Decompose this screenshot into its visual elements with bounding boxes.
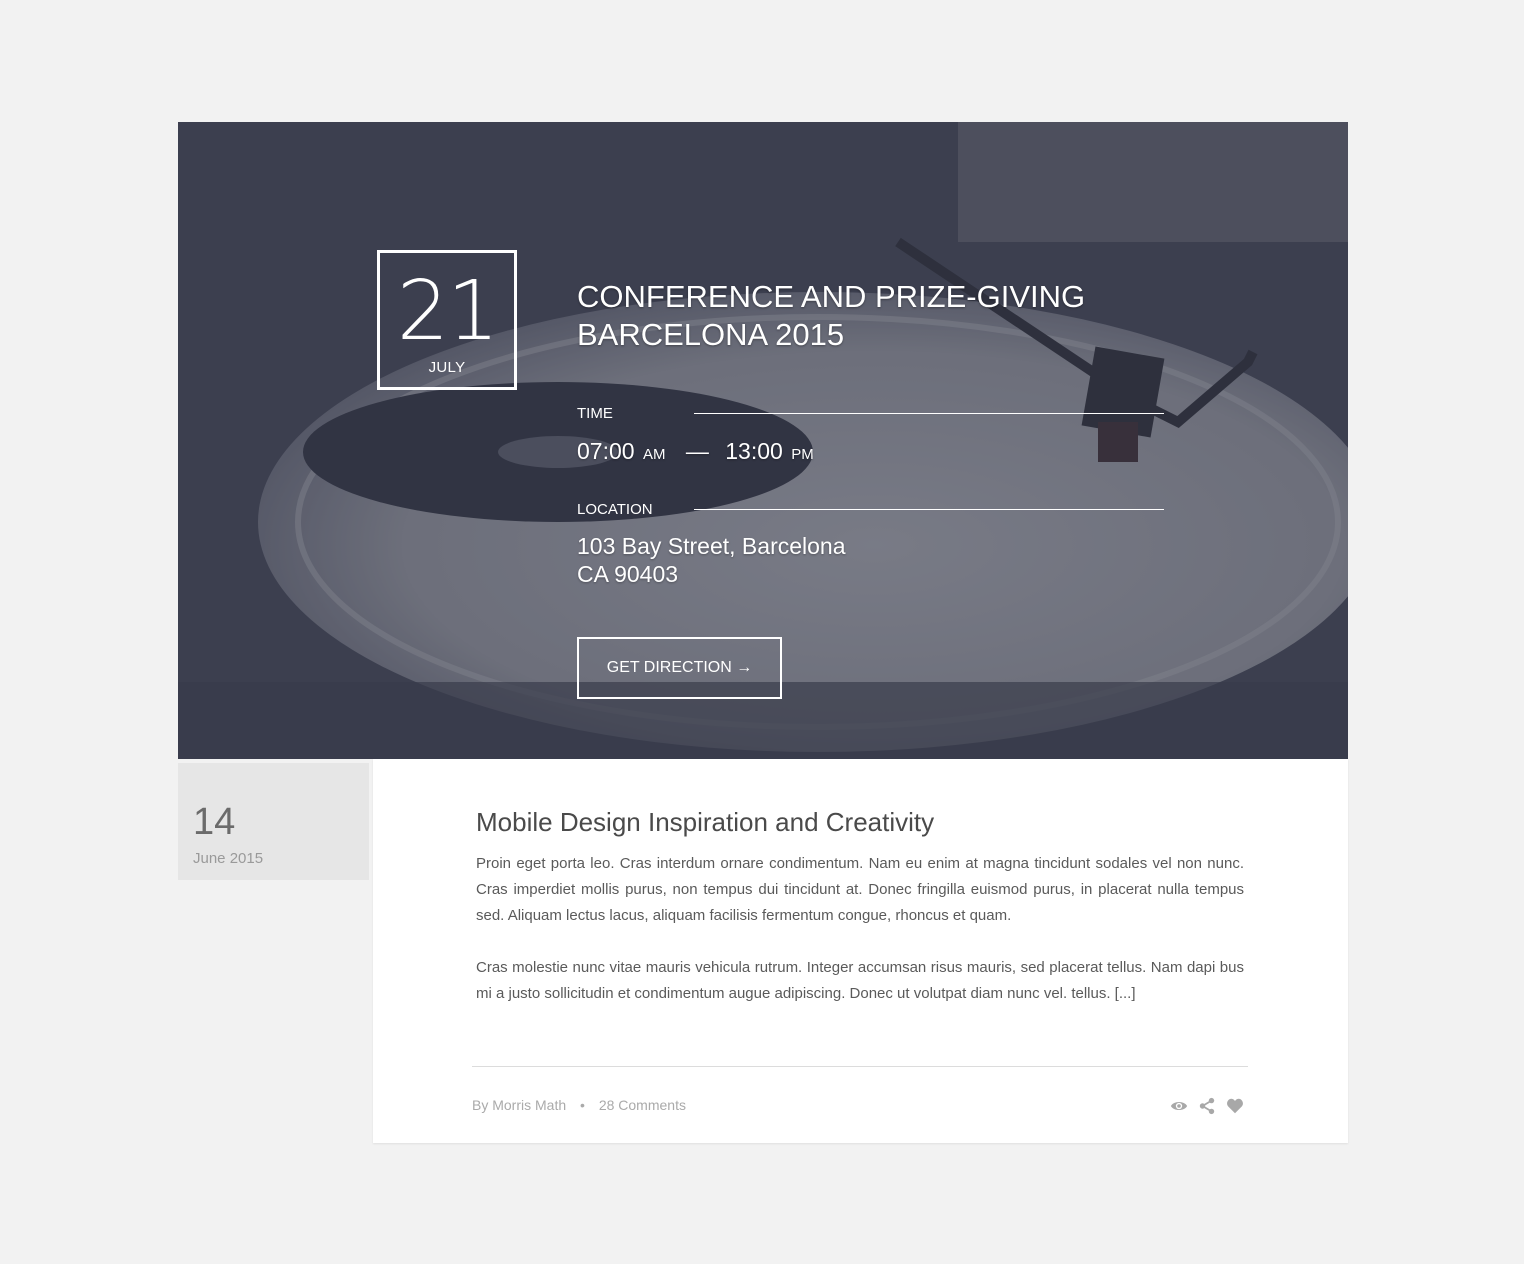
post-title[interactable]: Mobile Design Inspiration and Creativity xyxy=(476,807,934,838)
blog-post-card: Mobile Design Inspiration and Creativity… xyxy=(373,759,1348,1143)
time-separator: — xyxy=(685,438,709,464)
location-label: LOCATION xyxy=(577,501,653,518)
heart-icon[interactable] xyxy=(1226,1097,1244,1115)
event-month: JULY xyxy=(428,359,466,376)
share-icon[interactable] xyxy=(1198,1097,1216,1115)
meta-separator: • xyxy=(580,1097,585,1113)
event-day: 21 xyxy=(396,264,499,359)
location-line-1: 103 Bay Street, Barcelona xyxy=(577,533,846,559)
location-line-2: CA 90403 xyxy=(577,561,679,587)
post-month-year: June 2015 xyxy=(193,850,264,867)
time-label: TIME xyxy=(577,405,613,422)
time-end: 13:00 xyxy=(725,438,783,464)
time-start: 07:00 xyxy=(577,438,635,464)
event-location: 103 Bay Street, Barcelona CA 90403 xyxy=(577,532,846,588)
location-divider xyxy=(694,509,1164,510)
event-title: CONFERENCE AND PRIZE-GIVING BARCELONA 20… xyxy=(577,278,1137,354)
time-end-suffix: PM xyxy=(791,446,814,463)
post-meta: By Morris Math • 28 Comments xyxy=(472,1097,686,1113)
post-comments-link[interactable]: 28 Comments xyxy=(599,1097,686,1113)
post-date-box: 14 June 2015 xyxy=(178,763,369,880)
event-hero: 21 JULY CONFERENCE AND PRIZE-GIVING BARC… xyxy=(178,122,1348,759)
post-divider xyxy=(472,1066,1248,1067)
time-start-suffix: AM xyxy=(642,446,666,463)
post-author-link[interactable]: By Morris Math xyxy=(472,1097,566,1113)
post-action-icons xyxy=(1170,1097,1244,1115)
post-day: 14 xyxy=(193,801,236,843)
post-paragraph-2: Cras molestie nunc vitae mauris vehicula… xyxy=(476,959,1244,1002)
event-time: 07:00 AM — 13:00 PM xyxy=(577,438,814,465)
eye-icon[interactable] xyxy=(1170,1097,1188,1115)
event-title-line-1: CONFERENCE AND PRIZE-GIVING xyxy=(577,279,1086,314)
time-divider xyxy=(694,413,1164,414)
get-direction-button[interactable]: GET DIRECTION → xyxy=(577,637,782,699)
event-date-box: 21 JULY xyxy=(377,250,517,390)
post-paragraph-1: Proin eget porta leo. Cras interdum orna… xyxy=(476,855,1244,924)
event-title-line-2: BARCELONA 2015 xyxy=(577,317,845,352)
